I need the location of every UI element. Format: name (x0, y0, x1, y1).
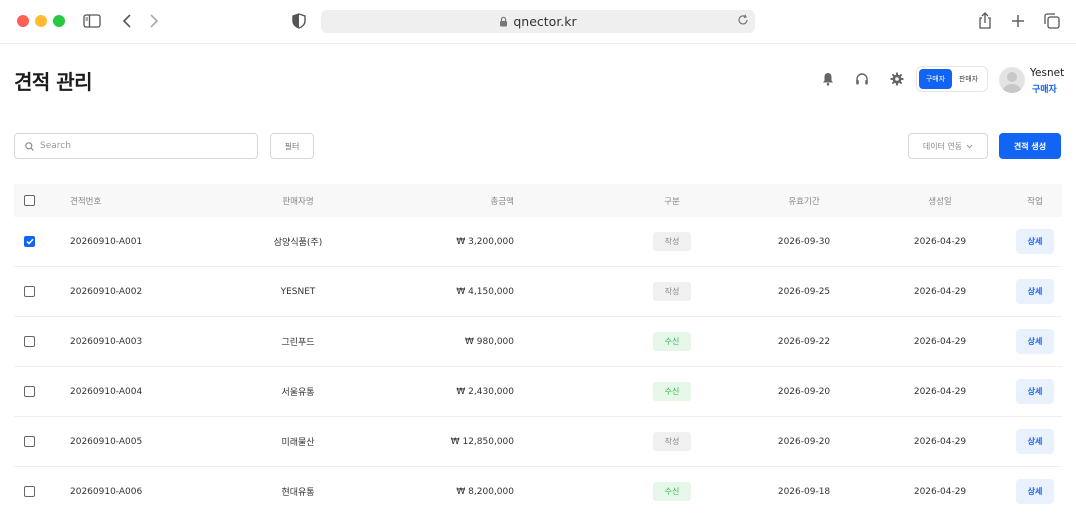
total-amount: ₩ 2,430,000 (456, 386, 514, 397)
window-close-button[interactable] (17, 15, 29, 27)
column-header-amount: 총금액 (490, 196, 514, 207)
table-row[interactable]: 20260910-A005 미래물산 ₩ 12,850,000 작성 2026-09-2… (14, 417, 1062, 467)
user-role: 구매자 (1032, 85, 1057, 95)
avatar[interactable] (999, 67, 1025, 93)
quote-number: 20260910-A006 (70, 486, 143, 497)
chevron-left-icon[interactable] (116, 10, 138, 32)
table-row[interactable]: 20260910-A003 그린푸드 ₩ 980,000 수신 2026-09-22 20… (14, 317, 1062, 367)
detail-button[interactable]: 상세 (1016, 429, 1054, 454)
reload-icon[interactable] (737, 14, 749, 29)
bell-icon[interactable] (819, 70, 837, 88)
table-body: 20260910-A001 삼양식품(주) ₩ 3,200,000 작성 2026-09… (14, 217, 1062, 516)
column-header-seller: 판매자명 (282, 196, 314, 207)
share-icon[interactable] (974, 10, 996, 32)
search-box (14, 133, 258, 159)
column-header-quote-number: 견적번호 (70, 196, 102, 207)
detail-button[interactable]: 상세 (1016, 379, 1054, 404)
type-badge: 작성 (653, 232, 691, 251)
data-link-dropdown[interactable]: 데이터 연동 (908, 133, 988, 159)
valid-until: 2026-09-18 (777, 486, 831, 497)
quote-number: 20260910-A002 (70, 286, 143, 297)
row-checkbox[interactable] (24, 436, 35, 447)
column-header-action: 작업 (1027, 196, 1043, 207)
url-text: qnector.kr (513, 14, 577, 29)
role-seller-button[interactable]: 판매자 (952, 69, 985, 89)
data-link-label: 데이터 연동 (922, 141, 963, 151)
table-row[interactable]: 20260910-A006 현대유통 ₩ 8,200,000 수신 2026-09-18… (14, 467, 1062, 516)
lock-icon (499, 16, 508, 27)
seller-name: 그린푸드 (281, 338, 315, 348)
create-quote-button[interactable]: 견적 생성 (999, 133, 1061, 159)
detail-button[interactable]: 상세 (1016, 279, 1054, 304)
valid-until: 2026-09-25 (777, 286, 831, 297)
chevron-down-icon (966, 144, 973, 149)
type-badge: 작성 (653, 282, 691, 301)
total-amount: ₩ 8,200,000 (456, 486, 514, 497)
created-date: 2026-04-29 (913, 286, 967, 297)
row-checkbox[interactable] (24, 236, 35, 247)
quote-number: 20260910-A003 (70, 336, 143, 347)
seller-name: 삼양식품(주) (273, 238, 323, 248)
detail-button[interactable]: 상세 (1016, 229, 1054, 254)
search-icon (25, 141, 34, 151)
type-badge: 작성 (653, 432, 691, 451)
total-amount: ₩ 12,850,000 (450, 436, 514, 447)
detail-button[interactable]: 상세 (1016, 479, 1054, 504)
table-row[interactable]: 20260910-A002 YESNET ₩ 4,150,000 작성 2026-09-… (14, 267, 1062, 317)
seller-name: 서울유통 (281, 388, 315, 398)
browser-toolbar: qnector.kr (0, 0, 1076, 44)
created-date: 2026-04-29 (913, 336, 967, 347)
column-header-created: 생성일 (928, 196, 952, 207)
tabs-icon[interactable] (1041, 10, 1063, 32)
type-badge: 수신 (653, 332, 691, 351)
table-row[interactable]: 20260910-A001 삼양식품(주) ₩ 3,200,000 작성 2026-09… (14, 217, 1062, 267)
checkmark-icon (25, 238, 34, 245)
detail-button[interactable]: 상세 (1016, 329, 1054, 354)
row-checkbox[interactable] (24, 486, 35, 497)
type-badge: 수신 (653, 382, 691, 401)
quote-number: 20260910-A005 (70, 436, 143, 447)
page-title: 견적 관리 (14, 70, 93, 94)
seller-name: 미래물산 (281, 438, 315, 448)
total-amount: ₩ 980,000 (465, 336, 514, 347)
row-checkbox[interactable] (24, 286, 35, 297)
window-minimize-button[interactable] (35, 15, 47, 27)
valid-until: 2026-09-20 (777, 386, 831, 397)
address-bar[interactable]: qnector.kr (321, 10, 755, 33)
filter-button[interactable]: 필터 (270, 133, 314, 159)
column-header-type: 구분 (664, 196, 680, 207)
valid-until: 2026-09-22 (777, 336, 831, 347)
headset-icon[interactable] (853, 70, 871, 88)
role-buyer-button[interactable]: 구매자 (919, 69, 952, 89)
plus-icon[interactable] (1007, 10, 1029, 32)
table-row[interactable]: 20260910-A004 서울유통 ₩ 2,430,000 수신 2026-09-20… (14, 367, 1062, 417)
valid-until: 2026-09-30 (777, 236, 831, 247)
column-header-valid-until: 유효기간 (788, 196, 820, 207)
quotes-table: 견적번호 판매자명 총금액 구분 유효기간 생성일 작업 20260910-A0… (14, 184, 1062, 516)
chevron-right-icon[interactable] (143, 10, 165, 32)
role-toggle: 구매자 판매자 (916, 66, 988, 92)
select-all-checkbox[interactable] (24, 195, 35, 206)
seller-name: 현대유통 (281, 488, 315, 498)
window-zoom-button[interactable] (53, 15, 65, 27)
quote-number: 20260910-A001 (70, 236, 143, 247)
table-header: 견적번호 판매자명 총금액 구분 유효기간 생성일 작업 (14, 184, 1062, 217)
sidebar-icon[interactable] (81, 10, 103, 32)
quote-number: 20260910-A004 (70, 386, 143, 397)
created-date: 2026-04-29 (913, 436, 967, 447)
search-input[interactable] (40, 141, 240, 151)
type-badge: 수신 (653, 482, 691, 501)
row-checkbox[interactable] (24, 336, 35, 347)
created-date: 2026-04-29 (913, 236, 967, 247)
created-date: 2026-04-29 (913, 486, 967, 497)
gear-icon[interactable] (888, 70, 906, 88)
valid-until: 2026-09-20 (777, 436, 831, 447)
seller-name: YESNET (280, 286, 316, 297)
total-amount: ₩ 4,150,000 (456, 286, 514, 297)
row-checkbox[interactable] (24, 386, 35, 397)
created-date: 2026-04-29 (913, 386, 967, 397)
total-amount: ₩ 3,200,000 (456, 236, 514, 247)
user-name: Yesnet (1030, 67, 1065, 79)
shield-icon[interactable] (288, 10, 310, 32)
